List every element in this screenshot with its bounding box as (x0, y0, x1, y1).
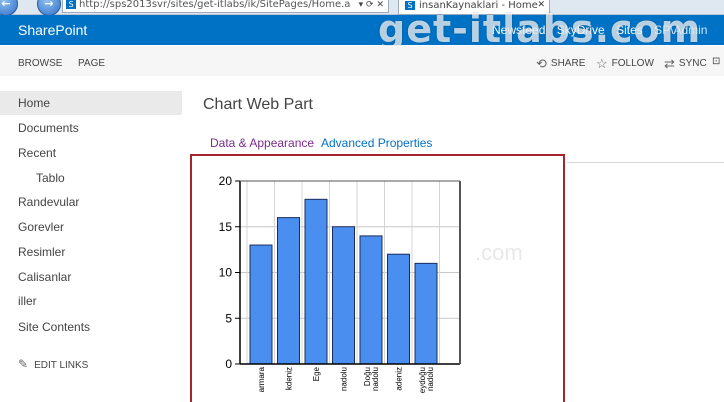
sync-icon: ⇄ (664, 56, 675, 71)
edit-links-button[interactable]: ✎ EDIT LINKS (18, 357, 88, 371)
y-tick-label: 5 (225, 311, 232, 325)
ribbon-tab-page[interactable]: PAGE (78, 58, 105, 69)
x-tick-label: nadolu (371, 367, 380, 391)
sync-button[interactable]: ⇄ SYNC (664, 56, 707, 72)
nav-item-gorevler[interactable]: Gorevler (18, 220, 64, 234)
x-tick-label: adeniz (395, 367, 404, 391)
bar (249, 244, 273, 365)
x-tick-label: armara (257, 366, 266, 392)
nav-item-label: Home (18, 96, 51, 110)
page-title: Chart Web Part (203, 96, 313, 113)
focus-content-icon[interactable]: ⊡ (712, 56, 720, 67)
sharepoint-brand[interactable]: SharePoint (18, 22, 87, 38)
follow-button[interactable]: ☆ FOLLOW (596, 56, 654, 72)
x-tick-label: kdeniz (285, 367, 294, 390)
ribbon-tab-browse[interactable]: BROWSE (18, 58, 62, 69)
bar (359, 235, 383, 365)
bar (332, 226, 355, 365)
nav-item-recent[interactable]: Recent (18, 146, 56, 160)
bar-chart: 05101520armara kdeniz Ege nadolu Doğu nadolu a… (219, 174, 461, 393)
bar (414, 262, 438, 365)
pencil-icon: ✎ (18, 357, 29, 371)
follow-label: FOLLOW (611, 58, 654, 69)
divider (567, 162, 724, 163)
faint-watermark-text: .com (475, 240, 523, 265)
data-appearance-link[interactable]: Data & Appearance (210, 136, 314, 150)
forward-arrow-icon: → (44, 0, 54, 10)
advanced-properties-link[interactable]: Advanced Properties (321, 136, 432, 150)
nav-item-resimler[interactable]: Resimler (18, 245, 65, 259)
sharepoint-favicon-icon: S (66, 0, 76, 9)
x-tick-label: nadolu (340, 367, 349, 391)
nav-item-randevular[interactable]: Randevular (18, 195, 79, 209)
x-tick-label: Ege (312, 366, 321, 381)
bar (277, 217, 300, 365)
bar (387, 253, 410, 365)
nav-item-site-contents[interactable]: Site Contents (18, 320, 90, 334)
x-tick-label: nadolu (426, 367, 435, 391)
star-icon: ☆ (596, 56, 608, 71)
nav-item-calisanlar[interactable]: Calisanlar (18, 270, 71, 284)
forward-button[interactable]: → (37, 0, 61, 16)
y-tick-label: 10 (219, 266, 233, 280)
sync-label: SYNC (678, 58, 707, 69)
y-tick-label: 15 (219, 220, 233, 234)
bar (304, 198, 328, 365)
nav-item-tablo[interactable]: Tablo (36, 171, 65, 185)
share-button[interactable]: ⟲ SHARE (536, 56, 585, 72)
nav-item-home[interactable]: Home (0, 91, 182, 115)
nav-item-iller[interactable]: iller (18, 294, 37, 308)
chart-web-part[interactable]: 0 5 10 15 20 armara kdeniz Ege nadolu Doğu nadolu a… (190, 154, 565, 402)
watermark-logo: get-itlabs.com (378, 7, 702, 51)
share-icon: ⟲ (536, 56, 547, 71)
edit-links-label: EDIT LINKS (34, 360, 89, 371)
nav-item-documents[interactable]: Documents (18, 121, 79, 135)
share-label: SHARE (550, 58, 586, 69)
y-tick-label: 0 (225, 357, 232, 371)
back-arrow-icon: ← (1, 0, 11, 10)
back-button[interactable]: ← (0, 0, 18, 16)
ribbon-bar: BROWSE PAGE ⟲ SHARE ☆ FOLLOW ⇄ SYNC ⊡ (0, 46, 724, 76)
y-tick-label: 20 (219, 174, 233, 188)
address-bar[interactable]: Shttp://sps2013svr/sites/get-itlabs/ik/S… (62, 0, 389, 13)
address-text: http://sps2013svr/sites/get-itlabs/ik/Si… (79, 0, 351, 10)
